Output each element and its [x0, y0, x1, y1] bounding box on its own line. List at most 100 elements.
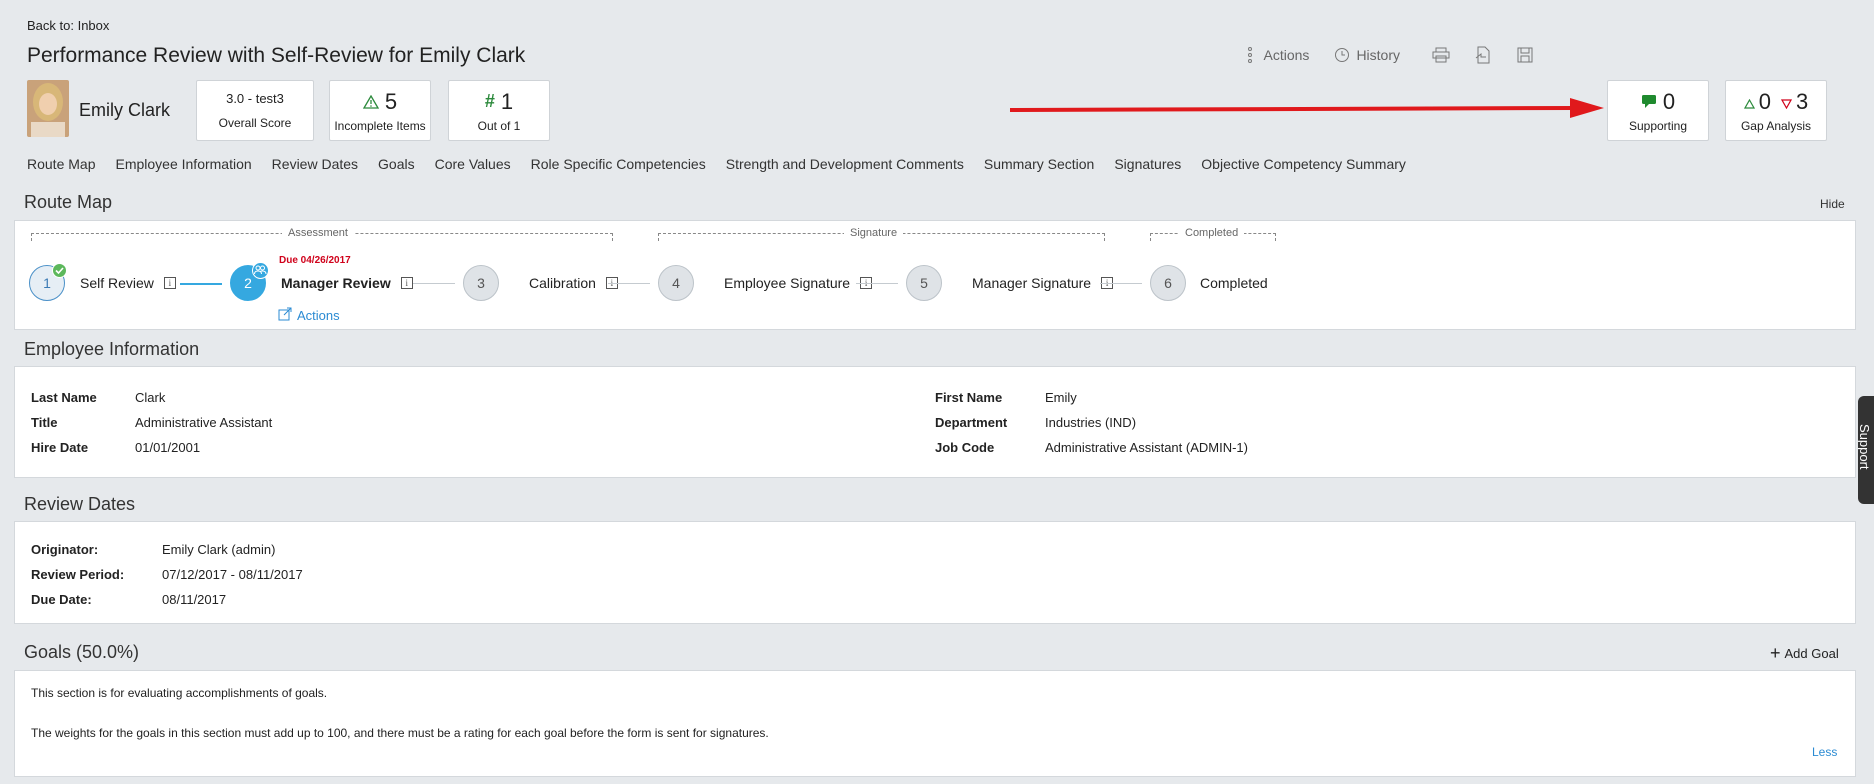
step-number-circle: 6	[1150, 265, 1186, 301]
originator-label: Originator:	[31, 542, 99, 557]
gap-analysis-label: Gap Analysis	[1740, 118, 1812, 133]
supporting-card[interactable]: 0 Supporting	[1607, 80, 1709, 141]
nav-summary-section[interactable]: Summary Section	[984, 156, 1094, 172]
plus-icon: +	[1770, 643, 1781, 663]
job-code-value: Administrative Assistant (ADMIN-1)	[1045, 440, 1248, 455]
support-tab-label: Support	[1858, 424, 1872, 470]
info-icon[interactable]: i	[163, 277, 176, 289]
route-map-panel: Assessment Signature Completed Due 04/26…	[14, 220, 1856, 330]
avatar	[27, 80, 69, 137]
gap-analysis-card[interactable]: 0 3 Gap Analysis	[1725, 80, 1827, 141]
supporting-label: Supporting	[1628, 118, 1688, 133]
last-name-value: Clark	[135, 390, 166, 405]
first-name-label: First Name	[935, 390, 1003, 405]
actions-menu[interactable]: Actions	[1241, 46, 1310, 64]
review-dates-panel: Originator: Emily Clark (admin) Review P…	[14, 521, 1856, 624]
supporting-count: 0	[1662, 88, 1676, 114]
job-code-label: Job Code	[935, 440, 995, 455]
triangle-up-icon	[1743, 89, 1755, 115]
step-number-circle: 4	[658, 265, 694, 301]
route-step-5[interactable]: 5 Manager Signature i	[906, 265, 1114, 301]
back-to-inbox-link[interactable]: Back to: Inbox	[27, 18, 109, 33]
step-label: Manager Review	[281, 275, 391, 291]
header-toolbar: Actions History	[1241, 46, 1534, 64]
nav-review-dates[interactable]: Review Dates	[272, 156, 358, 172]
export-pdf-icon[interactable]	[1474, 46, 1492, 64]
add-goal-button[interactable]: + Add Goal	[1770, 643, 1839, 663]
route-step-6[interactable]: 6 Completed	[1150, 265, 1268, 301]
review-period-label: Review Period:	[31, 567, 125, 582]
review-dates-title: Review Dates	[24, 494, 136, 514]
nav-route-map[interactable]: Route Map	[27, 156, 95, 172]
annotation-arrow	[1010, 98, 1604, 118]
due-date-value: 08/11/2017	[162, 592, 227, 607]
info-icon[interactable]: i	[400, 277, 413, 289]
warning-icon	[362, 89, 380, 115]
nav-goals[interactable]: Goals	[378, 156, 415, 172]
triangle-down-icon	[1780, 89, 1793, 115]
hire-date-value: 01/01/2001	[135, 440, 201, 455]
goals-title: Goals (50.0%)	[24, 642, 140, 662]
step-connector	[608, 283, 650, 284]
hash-icon: #	[484, 91, 495, 111]
overall-score-card[interactable]: 3.0 - test3 Overall Score	[196, 80, 314, 141]
rank-value: 1	[500, 88, 514, 114]
review-period-value: 07/12/2017 - 08/11/2017	[162, 567, 303, 582]
print-icon[interactable]	[1432, 46, 1450, 64]
actions-label: Actions	[1263, 47, 1310, 63]
goals-weights-note: The weights for the goals in this sectio…	[31, 726, 769, 740]
save-icon[interactable]	[1516, 46, 1534, 64]
step-label: Completed	[1200, 275, 1268, 291]
gap-up-value: 0	[1758, 88, 1771, 114]
rank-card[interactable]: # 1 Out of 1	[448, 80, 550, 141]
nav-signatures[interactable]: Signatures	[1114, 156, 1181, 172]
user-name: Emily Clark	[79, 100, 171, 120]
step-connector	[180, 283, 222, 285]
step-connector	[856, 283, 898, 284]
nav-role-specific-competencies[interactable]: Role Specific Competencies	[531, 156, 706, 172]
step-number-circle: 1	[29, 263, 67, 301]
step-actions-label: Actions	[297, 308, 340, 323]
signature-group-label: Signature	[844, 227, 904, 239]
route-map-title: Route Map	[24, 192, 113, 212]
external-action-icon	[278, 307, 292, 324]
completed-group-label: Completed	[1179, 227, 1245, 239]
originator-value: Emily Clark (admin)	[162, 542, 276, 557]
history-label: History	[1356, 47, 1400, 63]
page-title: Performance Review with Self-Review for …	[27, 44, 526, 67]
step-label: Calibration	[529, 275, 596, 291]
nav-objective-competency-summary[interactable]: Objective Competency Summary	[1201, 156, 1406, 172]
route-step-3[interactable]: 3 Calibration i	[463, 265, 618, 301]
goals-panel: This section is for evaluating accomplis…	[14, 670, 1856, 777]
group-icon	[252, 262, 269, 279]
overall-score-label: Overall Score	[218, 116, 292, 130]
step-label: Self Review	[80, 275, 154, 291]
incomplete-items-card[interactable]: 5 Incomplete Items	[329, 80, 431, 141]
completed-group: Completed	[1150, 227, 1276, 241]
route-step-1[interactable]: 1 Self Review i	[29, 263, 176, 301]
step-actions-link[interactable]: Actions	[278, 307, 340, 324]
hide-route-map-link[interactable]: Hide	[1820, 197, 1845, 211]
step-label: Employee Signature	[724, 275, 851, 291]
route-step-2[interactable]: 2 Manager Review i	[230, 262, 413, 301]
support-side-tab[interactable]: Support	[1858, 396, 1874, 504]
less-link[interactable]: Less	[1812, 745, 1837, 759]
step-number-circle: 5	[906, 265, 942, 301]
nav-employee-information[interactable]: Employee Information	[115, 156, 251, 172]
step-number-circle: 2	[230, 262, 269, 301]
nav-core-values[interactable]: Core Values	[435, 156, 511, 172]
nav-strength-development-comments[interactable]: Strength and Development Comments	[726, 156, 964, 172]
department-label: Department	[935, 415, 1008, 430]
step-connector	[413, 283, 455, 284]
assessment-group-label: Assessment	[282, 227, 354, 239]
first-name-value: Emily	[1045, 390, 1077, 405]
add-goal-label: Add Goal	[1784, 646, 1839, 661]
incomplete-items-label: Incomplete Items	[334, 118, 426, 133]
route-step-4[interactable]: 4 Employee Signature i	[658, 265, 873, 301]
clock-icon	[1333, 46, 1351, 64]
last-name-label: Last Name	[31, 390, 97, 405]
signature-group: Signature	[658, 227, 1105, 241]
rank-label: Out of 1	[477, 118, 521, 133]
comment-icon	[1641, 89, 1657, 115]
history-button[interactable]: History	[1333, 46, 1400, 64]
